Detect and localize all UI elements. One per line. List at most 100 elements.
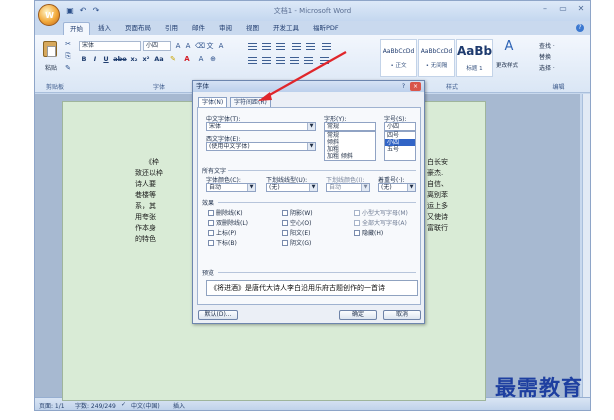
paste-button[interactable]: 粘贴 [40,39,62,77]
grow-font-icon[interactable]: A [174,42,182,50]
strikethrough-button[interactable]: abe [113,54,127,64]
spellcheck-icon[interactable]: ✓ [121,401,126,408]
checkbox-box[interactable] [282,209,288,216]
tab-page-layout[interactable]: 页面布局 [119,22,157,35]
italic-button[interactable]: I [90,54,100,64]
checkbox-engrave[interactable]: 阴文(G) [282,238,311,247]
shrink-font-icon[interactable]: A [184,42,192,50]
clear-format-icon[interactable]: ⌫ [195,42,205,50]
checkbox-box[interactable] [354,229,360,236]
enclose-char-icon[interactable]: ⊕ [209,55,217,63]
char-border-icon[interactable]: A [217,42,225,50]
highlight-icon[interactable]: ✎ [169,55,177,63]
checkbox-strikethrough[interactable]: 删除线(K) [208,208,243,217]
change-styles-label[interactable]: 更改样式 [496,61,518,69]
tab-foxit-pdf[interactable]: 福昕PDF [307,22,345,35]
checkbox-emboss[interactable]: 阳文(E) [282,228,310,237]
bold-button[interactable]: B [79,54,89,64]
close-icon[interactable]: ✕ [576,4,586,14]
checkbox-box[interactable] [208,219,214,226]
decrease-indent-icon[interactable] [291,41,302,51]
office-button[interactable]: W [38,4,60,26]
replace-button[interactable]: 替换 [539,52,551,61]
status-words[interactable]: 字数: 249/249 [75,401,116,410]
font-style-input[interactable]: 常规 [324,122,376,131]
checkbox-subscript[interactable]: 下标(B) [208,238,237,247]
font-size-combo[interactable]: 小四 [143,41,171,51]
list-item[interactable]: 五号 [385,146,415,153]
restore-icon[interactable]: ▭ [558,4,568,14]
list-item[interactable]: 倾斜 [325,139,375,146]
default-button[interactable]: 默认(D)... [198,310,238,320]
font-size-input[interactable]: 小四 [384,122,416,131]
change-case-button[interactable]: Aa [153,54,165,64]
style-heading-1[interactable]: AaBb 标题 1 [456,39,493,77]
align-left-icon[interactable] [247,55,258,65]
help-icon[interactable]: ? [576,24,584,32]
list-item[interactable]: 常规 [325,132,375,139]
list-item[interactable]: 加粗 [325,146,375,153]
list-item[interactable]: 小四 [385,139,415,146]
checkbox-double-strikethrough[interactable]: 双删除线(L) [208,218,248,227]
vertical-scrollbar[interactable] [582,94,590,402]
emphasis-select[interactable]: (无) ▼ [378,183,416,192]
multilevel-list-icon[interactable] [275,41,286,51]
status-language[interactable]: 中文(中国) [131,401,160,410]
style-no-spacing[interactable]: AaBbCcDd • 无间隔 [418,39,455,77]
dialog-help-icon[interactable]: ? [399,82,408,91]
increase-indent-icon[interactable] [305,41,316,51]
style-normal[interactable]: AaBbCcDd • 正文 [380,39,417,77]
checkbox-shadow[interactable]: 阴影(W) [282,208,313,217]
line-spacing-icon[interactable] [319,55,330,65]
tab-mailings[interactable]: 邮件 [186,22,211,35]
tab-character-spacing[interactable]: 字符间距(R) [230,97,271,107]
checkbox-box[interactable] [282,219,288,226]
cn-font-select[interactable]: 宋体 ▼ [206,122,316,131]
minimize-icon[interactable]: – [540,4,550,14]
underline-color-select[interactable]: 自动 ▼ [326,183,370,192]
font-color-select[interactable]: 自动 ▼ [206,183,256,192]
checkbox-box[interactable] [208,239,214,246]
copy-icon[interactable]: ⎘ [64,52,72,60]
format-painter-icon[interactable]: ✎ [64,64,72,72]
checkbox-small-caps[interactable]: 小型大写字母(M) [354,208,408,217]
align-center-icon[interactable] [261,55,272,65]
tab-references[interactable]: 引用 [159,22,184,35]
checkbox-box[interactable] [282,229,288,236]
checkbox-box[interactable] [354,209,360,216]
checkbox-box[interactable] [208,209,214,216]
cancel-button[interactable]: 取消 [383,310,421,320]
status-page[interactable]: 页面: 1/1 [39,401,65,410]
underline-select[interactable]: (无) ▼ [266,183,318,192]
checkbox-box[interactable] [354,219,360,226]
align-right-icon[interactable] [275,55,286,65]
checkbox-superscript[interactable]: 上标(P) [208,228,236,237]
font-size-list[interactable]: 四号 小四 五号 [384,131,416,161]
cut-icon[interactable]: ✂ [64,40,72,48]
status-mode[interactable]: 插入 [173,401,185,410]
font-style-list[interactable]: 常规 倾斜 加粗 加粗 倾斜 [324,131,376,161]
subscript-button[interactable]: x₂ [129,54,139,64]
change-styles-icon[interactable]: A [502,40,516,57]
find-button[interactable]: 查找 · [539,41,555,50]
checkbox-outline[interactable]: 空心(O) [282,218,311,227]
dialog-close-icon[interactable]: × [410,82,421,91]
font-color-icon[interactable]: A [183,55,191,63]
checkbox-hidden[interactable]: 隐藏(H) [354,228,383,237]
numbering-icon[interactable] [261,41,272,51]
superscript-button[interactable]: x² [141,54,151,64]
bullets-icon[interactable] [247,41,258,51]
tab-review[interactable]: 审阅 [213,22,238,35]
distributed-icon[interactable] [303,55,314,65]
font-name-combo[interactable]: 宋体 [79,41,141,51]
tab-insert[interactable]: 插入 [92,22,117,35]
tab-home[interactable]: 开始 [63,22,90,35]
phonetic-guide-icon[interactable]: 文 [206,42,214,50]
select-button[interactable]: 选择 · [539,63,555,72]
checkbox-all-caps[interactable]: 全部大写字母(A) [354,218,407,227]
underline-button[interactable]: U [101,54,111,64]
list-item[interactable]: 四号 [385,132,415,139]
checkbox-box[interactable] [208,229,214,236]
west-font-select[interactable]: (使用中文字体) ▼ [206,142,316,151]
sort-icon[interactable] [321,41,332,51]
